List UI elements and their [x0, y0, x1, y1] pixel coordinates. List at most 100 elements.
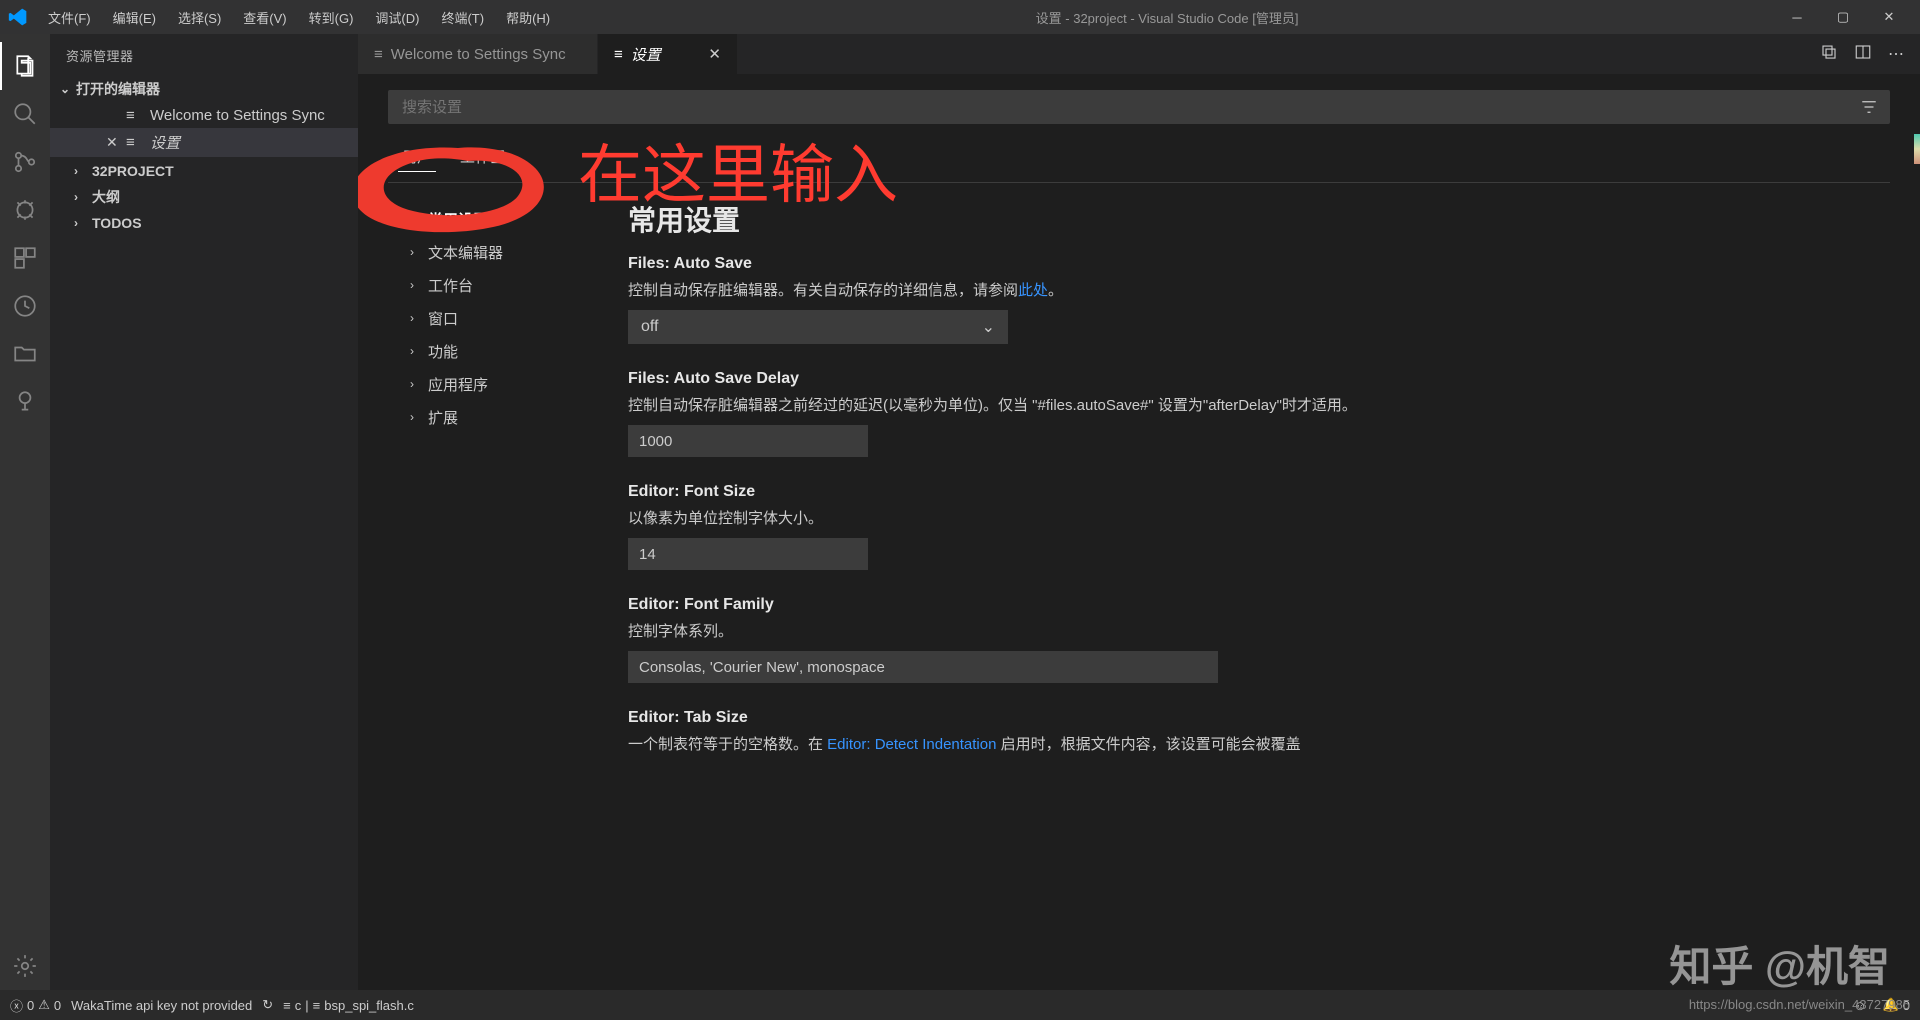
autosave-select[interactable]: off⌄: [628, 310, 1008, 344]
setting-title: Editor: Tab Size: [628, 709, 1870, 727]
minimize-button[interactable]: ─: [1774, 0, 1820, 34]
menu-debug[interactable]: 调试(D): [365, 4, 429, 31]
setting-fontfamily: Editor: Font Family 控制字体系列。: [628, 596, 1870, 683]
editor-item-welcome[interactable]: ≡ Welcome to Settings Sync: [50, 103, 358, 128]
settings-detail: 常用设置 Files: Auto Save 控制自动保存脏编辑器。有关自动保存的…: [608, 193, 1890, 977]
sync-icon: ↻: [262, 997, 273, 1013]
search-icon[interactable]: [0, 90, 50, 138]
settings-heading: 常用设置: [628, 199, 1870, 239]
explorer-icon[interactable]: [0, 42, 50, 90]
debug-icon[interactable]: [0, 186, 50, 234]
folder-icon[interactable]: [0, 330, 50, 378]
close-icon[interactable]: ✕: [106, 134, 118, 151]
time-icon[interactable]: [0, 282, 50, 330]
editor-tabs: ≡ Welcome to Settings Sync ≡ 设置 ✕ ⋯: [358, 34, 1920, 74]
setting-autosave-delay: Files: Auto Save Delay 控制自动保存脏编辑器之前经过的延迟…: [628, 370, 1870, 457]
autosave-delay-input[interactable]: [628, 425, 868, 457]
more-icon[interactable]: ⋯: [1888, 44, 1904, 64]
nav-extensions[interactable]: ›扩展: [388, 401, 608, 434]
settings-icon: ≡: [126, 134, 135, 151]
settings-icon: ≡: [126, 107, 135, 124]
titlebar: 文件(F) 编辑(E) 选择(S) 查看(V) 转到(G) 调试(D) 终端(T…: [0, 0, 1920, 34]
open-editors-header[interactable]: ⌄打开的编辑器: [50, 75, 358, 103]
warning-icon: ⚠: [38, 997, 50, 1013]
chevron-right-icon: ›: [410, 278, 414, 292]
status-lang[interactable]: ≡ c | ≡ bsp_spi_flash.c: [283, 998, 414, 1013]
nav-window[interactable]: ›窗口: [388, 302, 608, 335]
nav-application[interactable]: ›应用程序: [388, 368, 608, 401]
menu-go[interactable]: 转到(G): [299, 4, 364, 31]
activity-bar: [0, 34, 50, 990]
vscode-icon: [8, 7, 28, 27]
setting-title: Editor: Font Family: [628, 596, 1870, 614]
settings-nav: 常用设置 ›文本编辑器 ›工作台 ›窗口 ›功能 ›应用程序 ›扩展: [388, 193, 608, 977]
menu-selection[interactable]: 选择(S): [168, 4, 231, 31]
close-icon[interactable]: ✕: [708, 45, 721, 63]
nav-text-editor[interactable]: ›文本编辑器: [388, 236, 608, 269]
split-editor-icon[interactable]: [1854, 43, 1872, 66]
editor-item-settings[interactable]: ✕ ≡ 设置: [50, 128, 358, 157]
settings-icon: ≡: [614, 46, 623, 63]
setting-desc: 一个制表符等于的空格数。在 Editor: Detect Indentation…: [628, 733, 1870, 754]
tab-welcome[interactable]: ≡ Welcome to Settings Sync: [358, 34, 598, 74]
menu-terminal[interactable]: 终端(T): [431, 4, 494, 31]
status-sync[interactable]: ↻: [262, 997, 273, 1013]
status-bar: ⓧ0 ⚠0 WakaTime api key not provided ↻ ≡ …: [0, 990, 1920, 1020]
chevron-right-icon: ›: [410, 311, 414, 325]
scope-user[interactable]: 用户: [398, 142, 436, 172]
maximize-button[interactable]: ▢: [1820, 0, 1866, 34]
sidebar-header: 资源管理器: [50, 34, 358, 73]
chevron-right-icon: ›: [74, 190, 88, 204]
source-control-icon[interactable]: [0, 138, 50, 186]
error-icon: ⓧ: [10, 996, 23, 1015]
outline-section[interactable]: ›大纲: [50, 183, 358, 211]
close-button[interactable]: ✕: [1866, 0, 1912, 34]
scope-workspace[interactable]: 工作区: [456, 142, 509, 172]
setting-title: Files: Auto Save: [628, 255, 1870, 273]
setting-title: Editor: Font Size: [628, 483, 1870, 501]
extensions-icon[interactable]: [0, 234, 50, 282]
setting-desc: 控制自动保存脏编辑器之前经过的延迟(以毫秒为单位)。仅当 "#files.aut…: [628, 394, 1870, 415]
watermark-zhihu: 知乎 @机智: [1669, 933, 1890, 994]
menu-file[interactable]: 文件(F): [38, 4, 101, 31]
settings-content: 用户 工作区 常用设置 ›文本编辑器 ›工作台 ›窗口 ›功能 ›应用程序 ›扩…: [358, 74, 1920, 990]
window-controls: ─ ▢ ✕: [1774, 0, 1912, 34]
menu-help[interactable]: 帮助(H): [496, 4, 560, 31]
filter-icon[interactable]: [1860, 98, 1878, 121]
setting-tabsize: Editor: Tab Size 一个制表符等于的空格数。在 Editor: D…: [628, 709, 1870, 754]
chevron-right-icon: ›: [74, 164, 88, 178]
nav-workbench[interactable]: ›工作台: [388, 269, 608, 302]
link-here[interactable]: 此处: [1018, 282, 1048, 299]
editor-item-label: Welcome to Settings Sync: [150, 107, 325, 124]
status-wakatime[interactable]: WakaTime api key not provided: [71, 998, 252, 1013]
project-section[interactable]: ›32PROJECT: [50, 159, 358, 183]
watermark-url: https://blog.csdn.net/weixin_43727985: [1689, 997, 1910, 1012]
status-errors[interactable]: ⓧ0 ⚠0: [10, 996, 61, 1015]
tree-icon[interactable]: [0, 378, 50, 426]
todos-section[interactable]: ›TODOS: [50, 211, 358, 235]
setting-title: Files: Auto Save Delay: [628, 370, 1870, 388]
tab-label: Welcome to Settings Sync: [391, 46, 566, 63]
search-input[interactable]: [388, 90, 1890, 124]
scope-tabs: 用户 工作区: [388, 138, 1890, 183]
chevron-right-icon: ›: [410, 377, 414, 391]
editor-item-label: 设置: [150, 132, 180, 153]
open-settings-json-icon[interactable]: [1820, 43, 1838, 66]
menu-edit[interactable]: 编辑(E): [103, 4, 166, 31]
fontsize-input[interactable]: [628, 538, 868, 570]
link-detect-indentation[interactable]: Editor: Detect Indentation: [827, 736, 996, 753]
settings-gear-icon[interactable]: [0, 942, 50, 990]
window-title: 设置 - 32project - Visual Studio Code [管理员…: [560, 8, 1774, 27]
nav-common[interactable]: 常用设置: [388, 203, 608, 236]
chevron-right-icon: ›: [410, 245, 414, 259]
chevron-right-icon: ›: [74, 216, 88, 230]
nav-features[interactable]: ›功能: [388, 335, 608, 368]
fontfamily-input[interactable]: [628, 651, 1218, 683]
tab-settings[interactable]: ≡ 设置 ✕: [598, 34, 738, 74]
setting-desc: 以像素为单位控制字体大小。: [628, 507, 1870, 528]
chevron-down-icon: ⌄: [58, 82, 72, 96]
menu-view[interactable]: 查看(V): [233, 4, 296, 31]
settings-icon: ≡: [374, 46, 383, 63]
editor-area: ≡ Welcome to Settings Sync ≡ 设置 ✕ ⋯ 用户 工…: [358, 34, 1920, 990]
chevron-right-icon: ›: [410, 410, 414, 424]
